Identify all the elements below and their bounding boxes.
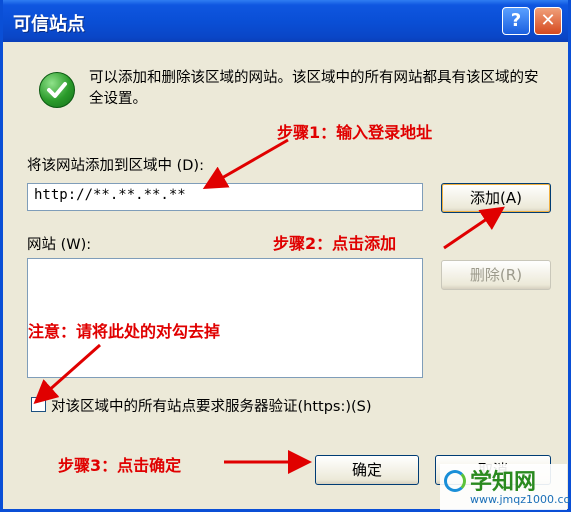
logo-icon xyxy=(444,470,466,492)
arrow-step1 xyxy=(202,138,289,189)
watermark-url: www.jmqz1000.com xyxy=(470,493,571,506)
arrow-step2 xyxy=(443,206,505,250)
annotation-arrows xyxy=(33,138,505,474)
watermark-title: 学知网 xyxy=(470,470,537,495)
arrow-note xyxy=(33,343,101,404)
watermark: 学知网 www.jmqz1000.com xyxy=(440,464,571,510)
